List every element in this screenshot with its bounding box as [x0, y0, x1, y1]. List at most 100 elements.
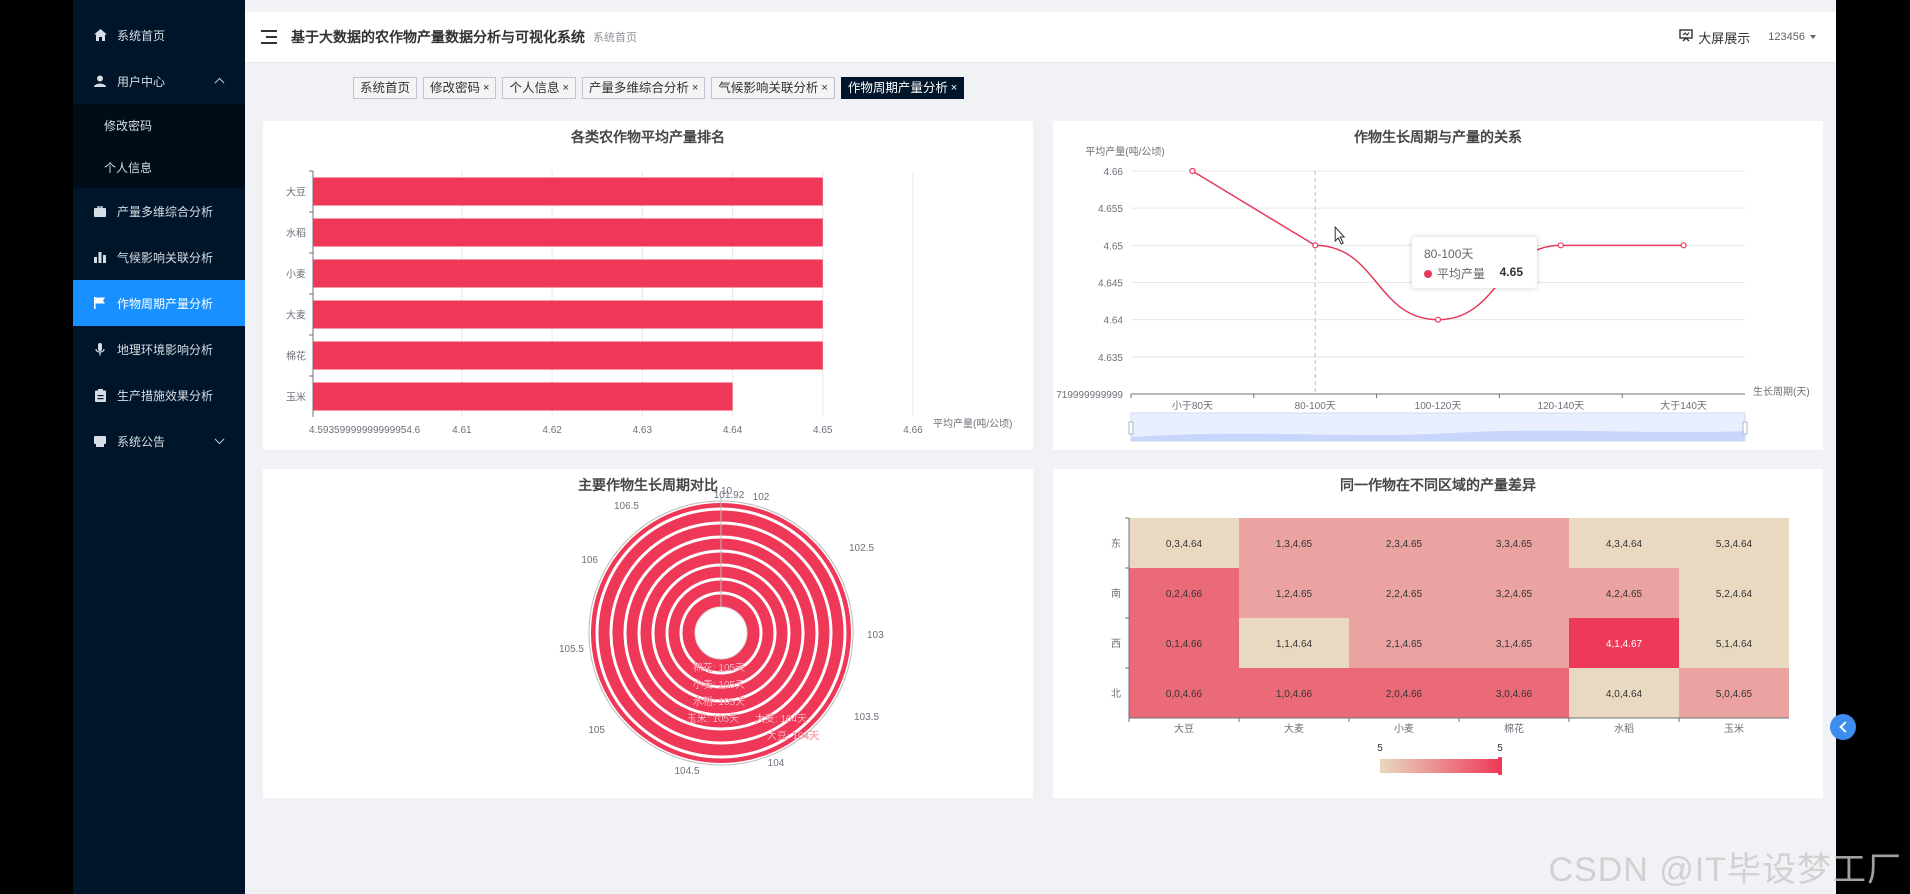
tag-home[interactable]: 系统首页	[353, 77, 418, 99]
heatmap-y-label: 南	[1111, 587, 1121, 600]
line-y-tick-label: 4.655	[1098, 204, 1123, 215]
visualmap-max-label: 5	[1497, 743, 1503, 754]
line-x-tick-label: 100-120天	[1415, 401, 1462, 412]
breadcrumb[interactable]: 系统首页	[593, 29, 637, 45]
heatmap-cell-label: 4,2,4.65	[1606, 589, 1643, 600]
close-icon[interactable]: ×	[692, 78, 698, 98]
heatmap-cell-label: 3,2,4.65	[1496, 589, 1533, 600]
bar-2	[313, 218, 823, 247]
heatmap-x-label: 大麦	[1284, 722, 1304, 735]
heatmap-cell-label: 0,0,4.66	[1166, 689, 1203, 700]
polar-tick-label: 102	[753, 492, 770, 503]
tags-view: 系统首页 修改密码 × 个人信息 × 产量多维综合分析 × 气候影响关联分析 × 作物周…	[353, 77, 970, 99]
bar-x-axis-label: 平均产量(吨/公顷)	[933, 417, 1012, 430]
tag-yield-analysis[interactable]: 产量多维综合分析 ×	[581, 77, 706, 99]
heatmap-cell-label: 5,2,4.64	[1716, 589, 1753, 600]
line-y-axis-label: 平均产量(吨/公顷)	[1085, 145, 1164, 158]
user-submenu: 修改密码 个人信息	[73, 104, 245, 188]
bigscreen-button[interactable]: 大屏展示	[1679, 28, 1750, 47]
line-y-tick-label: 4.645	[1098, 279, 1123, 290]
close-icon[interactable]: ×	[951, 78, 957, 98]
chevron-down-icon	[214, 434, 225, 445]
bar-x-tick-label: 4.63	[633, 425, 653, 436]
polar-inner-hole	[694, 606, 748, 660]
bar-x-tick-label: 4.66	[903, 425, 923, 436]
menu-cycle-analysis[interactable]: 作物周期产量分析	[73, 280, 245, 326]
series-dot-icon	[1424, 269, 1432, 278]
heatmap-cell-label: 4,3,4.64	[1606, 539, 1643, 550]
polar-tick-label: 102.5	[849, 543, 874, 554]
polar-tick-label: 103	[867, 630, 884, 641]
heatmap-card: 同一作物在不同区域的产量差异 东 0,3,4.64 1,3,4.65 2,3,4.65…	[1053, 469, 1823, 798]
heatmap-cell-label: 2,2,4.65	[1386, 589, 1423, 600]
tag-personal-info[interactable]: 个人信息 ×	[502, 77, 576, 99]
heatmap-cell-label: 0,3,4.64	[1166, 539, 1203, 550]
bar-1	[313, 177, 823, 206]
visualmap-handle	[1498, 757, 1502, 775]
close-icon[interactable]: ×	[821, 78, 827, 98]
briefcase-icon	[93, 204, 107, 218]
polar-tick-label: 103.5	[854, 712, 879, 723]
polar-bar-label: 水稻: 105天	[693, 696, 745, 708]
tag-change-password[interactable]: 修改密码 ×	[423, 77, 497, 99]
bar-4	[313, 300, 823, 329]
line-y-min-label: 719999999999	[1056, 390, 1123, 401]
polar-tick-label: 106	[581, 555, 598, 566]
monitor-icon	[1679, 29, 1698, 45]
line-y-tick-label: 4.65	[1104, 241, 1124, 252]
close-icon[interactable]: ×	[483, 78, 489, 98]
bar-3	[313, 259, 823, 288]
sidebar: 系统首页 用户中心 修改密码 个人信息 产量多维综合分析 气候影响关联分析 作物…	[73, 0, 245, 894]
menu-climate-analysis[interactable]: 气候影响关联分析	[73, 234, 245, 280]
user-dropdown[interactable]: 123456	[1768, 31, 1816, 43]
menu-personal-info[interactable]: 个人信息	[73, 146, 245, 188]
close-icon[interactable]: ×	[562, 78, 568, 98]
line-point	[1557, 242, 1564, 249]
collapse-panel-button[interactable]	[1830, 714, 1856, 740]
visualmap-bar	[1380, 759, 1500, 773]
polar-bar-label: 玉米: 105天	[687, 712, 739, 725]
polar-tick-label: 104	[768, 758, 785, 769]
polar-chart[interactable]: 10101.92 102102.5103103.5104104.5105105.5…	[263, 469, 1033, 798]
home-icon	[93, 28, 107, 42]
bar-y-label: 棉花	[286, 350, 306, 363]
bar-x-tick-label: 4.61	[452, 425, 472, 436]
heatmap-cell-label: 2,0,4.66	[1386, 689, 1423, 700]
heatmap-chart[interactable]: 东 0,3,4.64 1,3,4.65 2,3,4.65 3,3,4.65 4,3,4.6…	[1053, 469, 1823, 798]
line-x-tick-label: 120-140天	[1537, 401, 1584, 412]
menu-geo-analysis[interactable]: 地理环境影响分析	[73, 326, 245, 372]
menu-notice[interactable]: 系统公告	[73, 418, 245, 464]
heatmap-cell-label: 3,1,4.65	[1496, 639, 1533, 650]
top-header: 基于大数据的农作物产量数据分析与可视化系统 系统首页 大屏展示 123456	[245, 12, 1836, 63]
heatmap-cell-label: 3,3,4.65	[1496, 539, 1533, 550]
datazoom-handle-right	[1742, 421, 1748, 435]
menu-toggle-icon[interactable]	[261, 30, 277, 44]
tag-cycle-analysis[interactable]: 作物周期产量分析 ×	[840, 77, 965, 99]
bar-y-label: 大麦	[286, 309, 306, 322]
polar-tick-label: 104.5	[674, 766, 699, 777]
tag-climate-analysis[interactable]: 气候影响关联分析 ×	[711, 77, 835, 99]
bar-chart[interactable]: 4.59359999999999954.6 4.61 4.62 4.63 4.64 4.6…	[263, 121, 1033, 450]
menu-home[interactable]: 系统首页	[73, 12, 245, 58]
menu-measure-analysis[interactable]: 生产措施效果分析	[73, 372, 245, 418]
menu-user-center[interactable]: 用户中心	[73, 58, 245, 104]
heatmap-cell-label: 4,1,4.67	[1606, 639, 1643, 650]
clipboard-icon	[93, 388, 107, 402]
polar-chart-card: 主要作物生长周期对比 10 101.92 102 102.5 103 103.5 104 10…	[263, 469, 1033, 798]
bar-y-label: 玉米	[286, 391, 306, 404]
datazoom-handle-left	[1128, 421, 1134, 435]
heatmap-x-label: 小麦	[1394, 723, 1414, 735]
menu-change-password[interactable]: 修改密码	[73, 104, 245, 146]
chevron-up-icon	[214, 77, 225, 88]
line-x-tick-label: 80-100天	[1295, 401, 1336, 412]
menu-yield-analysis[interactable]: 产量多维综合分析	[73, 188, 245, 234]
heatmap-y-label: 北	[1111, 688, 1121, 700]
bar-y-label: 水稻	[286, 228, 306, 240]
line-chart-tooltip: 80-100天 平均产量 4.65	[1412, 237, 1537, 288]
bar-x-tick-label: 4.59359999999999954.6	[309, 425, 421, 436]
polar-bar-label: 大豆: 104天	[767, 729, 819, 742]
bar-chart-card: 各类农作物平均产量排名 4.59359999999999954.6 4.61 4.6…	[263, 121, 1033, 450]
heatmap-cell-label: 4,0,4.64	[1606, 689, 1643, 700]
bar-chart-icon	[93, 250, 107, 264]
line-point	[1680, 242, 1687, 249]
